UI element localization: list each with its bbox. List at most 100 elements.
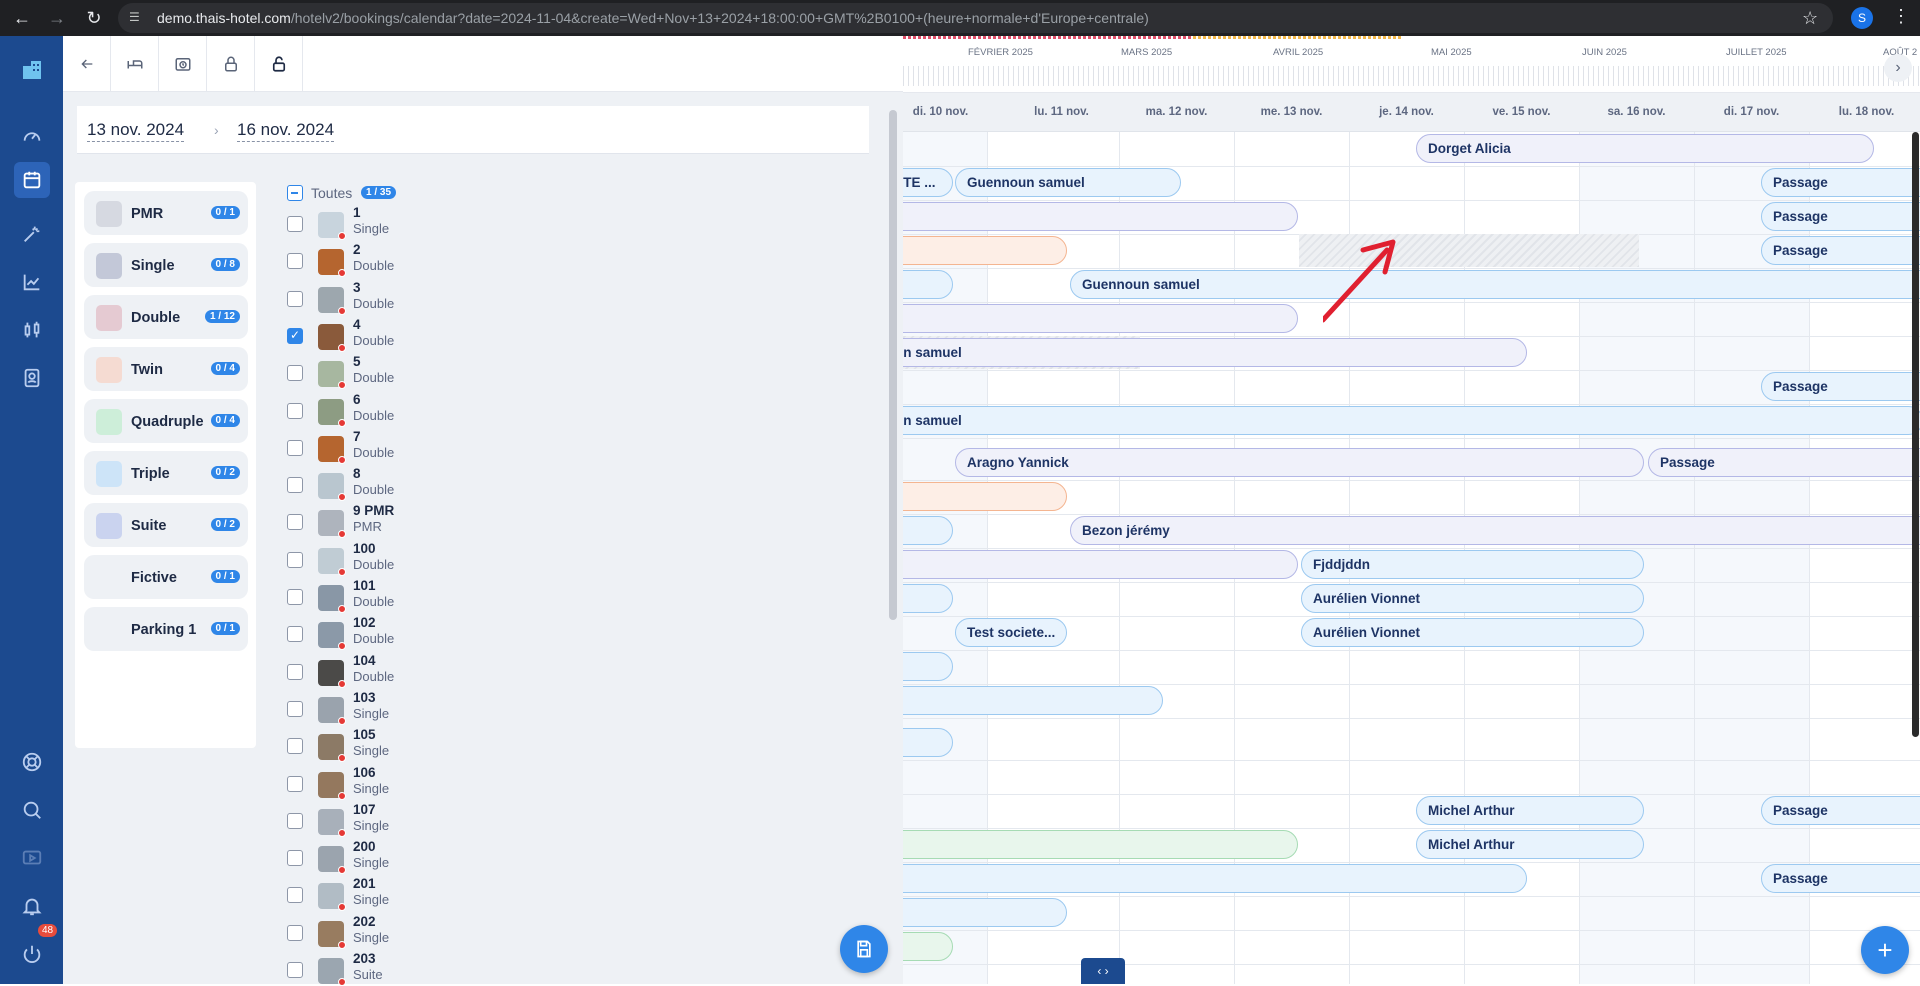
room-type-item[interactable]: Fictive 0 / 1 xyxy=(84,555,248,599)
booking-bar[interactable]: Aragno Yannick xyxy=(955,448,1644,477)
help-lifebuoy-icon[interactable] xyxy=(16,746,48,778)
booking-bar[interactable]: Guennoun samuel xyxy=(955,168,1181,197)
hotel-logo-icon[interactable] xyxy=(16,54,48,86)
booking-bar[interactable]: Passage xyxy=(1761,202,1920,231)
left-scrollbar-thumb[interactable] xyxy=(889,110,897,620)
booking-bar[interactable] xyxy=(903,550,1298,579)
booking-bar[interactable] xyxy=(903,932,953,961)
left-scrollbar[interactable] xyxy=(887,110,899,984)
schedule-button[interactable] xyxy=(159,36,207,92)
room-type-item[interactable]: Twin 0 / 4 xyxy=(84,347,248,391)
booking-bar[interactable]: Michel Arthur xyxy=(1416,830,1644,859)
magic-wand-icon[interactable] xyxy=(16,218,48,250)
room-checkbox[interactable] xyxy=(287,514,303,531)
room-checkbox[interactable] xyxy=(287,812,303,829)
room-checkbox[interactable] xyxy=(287,775,303,792)
add-booking-button[interactable]: + xyxy=(1861,926,1909,974)
room-checkbox[interactable] xyxy=(287,551,303,568)
room-checkbox[interactable] xyxy=(287,700,303,717)
room-checkbox[interactable] xyxy=(287,663,303,680)
room-type-item[interactable]: Quadruple 0 / 4 xyxy=(84,399,248,443)
contact-card-icon[interactable] xyxy=(16,362,48,394)
booking-bar[interactable]: Passage xyxy=(1648,448,1920,477)
booking-bar[interactable]: Passage xyxy=(1761,864,1920,893)
end-date[interactable]: 16 nov. 2024 xyxy=(237,120,335,142)
room-type-item[interactable]: Suite 0 / 2 xyxy=(84,503,248,547)
room-checkbox[interactable] xyxy=(287,962,303,978)
booking-bar[interactable] xyxy=(903,686,1163,715)
timeline-next-button[interactable]: › xyxy=(1884,54,1912,82)
booking-bar[interactable]: Guennoun samuel xyxy=(1070,270,1920,299)
booking-bar[interactable] xyxy=(903,830,1298,859)
power-logout-icon[interactable] xyxy=(16,938,48,970)
booking-bar[interactable]: un samuel xyxy=(903,338,1527,367)
start-date[interactable]: 13 nov. 2024 xyxy=(87,120,185,142)
site-info-icon[interactable]: ☰ xyxy=(129,10,145,26)
booking-bar[interactable] xyxy=(903,898,1067,927)
room-type-item[interactable]: Triple 0 / 2 xyxy=(84,451,248,495)
booking-bar[interactable]: Fjddjddn xyxy=(1301,550,1644,579)
booking-bar[interactable]: un samuel xyxy=(903,406,1920,435)
stats-chart-icon[interactable] xyxy=(16,266,48,298)
booking-bar[interactable]: Test societe... xyxy=(955,618,1067,647)
calendar-scrollbar-thumb[interactable] xyxy=(1912,132,1919,737)
room-checkbox[interactable] xyxy=(287,887,303,904)
calendar-icon[interactable] xyxy=(14,162,50,198)
select-all-checkbox[interactable] xyxy=(287,185,303,201)
lock-button[interactable] xyxy=(207,36,255,92)
room-type-item[interactable]: Double 1 / 12 xyxy=(84,295,248,339)
room-checkbox[interactable] xyxy=(287,439,303,456)
month-timeline[interactable]: FÉVRIER 2025 MARS 2025 AVRIL 2025 MAI 20… xyxy=(903,36,1920,93)
booking-bar[interactable] xyxy=(903,482,1067,511)
search-icon[interactable] xyxy=(16,794,48,826)
room-checkbox[interactable]: ✓ xyxy=(287,327,303,344)
booking-bar[interactable]: Bezon jérémy xyxy=(1070,516,1920,545)
save-button[interactable] xyxy=(840,925,888,973)
browser-menu-icon[interactable]: ⋮ xyxy=(1892,6,1910,27)
back-arrow-icon[interactable]: ← xyxy=(10,6,34,30)
bed-button[interactable] xyxy=(111,36,159,92)
booking-bar[interactable] xyxy=(903,584,953,613)
booking-bar[interactable] xyxy=(903,516,953,545)
booking-bar[interactable]: Passage xyxy=(1761,796,1920,825)
room-type-item[interactable]: Parking 1 0 / 1 xyxy=(84,607,248,651)
room-checkbox[interactable] xyxy=(287,738,303,755)
candlestick-icon[interactable] xyxy=(16,314,48,346)
unlock-button[interactable] xyxy=(255,36,303,92)
booking-bar[interactable]: Passage xyxy=(1761,372,1920,401)
booking-bar[interactable]: Michel Arthur xyxy=(1416,796,1644,825)
room-checkbox[interactable] xyxy=(287,216,303,232)
calendar-scrollbar[interactable] xyxy=(1910,132,1920,984)
room-checkbox[interactable] xyxy=(287,589,303,605)
booking-bar[interactable]: TTE ... xyxy=(903,168,953,197)
room-checkbox[interactable] xyxy=(287,402,303,419)
booking-bar[interactable]: Aurélien Vionnet xyxy=(1301,584,1644,613)
bookmark-star-icon[interactable]: ☆ xyxy=(1802,8,1818,29)
forward-arrow-icon[interactable]: → xyxy=(45,6,69,30)
room-checkbox[interactable] xyxy=(287,290,303,307)
url-text[interactable]: demo.thais-hotel.com/hotelv2/bookings/ca… xyxy=(157,10,1149,26)
profile-avatar[interactable]: S xyxy=(1851,7,1873,29)
booking-bar[interactable] xyxy=(903,202,1298,231)
room-checkbox[interactable] xyxy=(287,477,303,494)
booking-bar[interactable] xyxy=(903,304,1298,333)
room-checkbox[interactable] xyxy=(287,365,303,382)
room-checkbox[interactable] xyxy=(287,253,303,270)
booking-bar[interactable] xyxy=(903,236,1067,265)
horizontal-scroll-arrows[interactable]: ‹ › xyxy=(1081,958,1125,984)
video-icon[interactable] xyxy=(16,842,48,874)
dashboard-gauge-icon[interactable] xyxy=(16,120,48,152)
booking-bar[interactable]: Aurélien Vionnet xyxy=(1301,618,1644,647)
booking-bar[interactable]: Passage xyxy=(1761,236,1920,265)
booking-bar[interactable]: Dorget Alicia xyxy=(1416,134,1874,163)
booking-bar[interactable] xyxy=(903,270,953,299)
notifications-bell-icon[interactable] xyxy=(16,890,48,922)
room-checkbox[interactable] xyxy=(287,850,303,867)
booking-bar[interactable]: Passage xyxy=(1761,168,1920,197)
room-type-item[interactable]: Single 0 / 8 xyxy=(84,243,248,287)
back-button[interactable] xyxy=(63,36,111,92)
room-type-item[interactable]: PMR 0 / 1 xyxy=(84,191,248,235)
reload-icon[interactable]: ↻ xyxy=(82,6,106,30)
room-checkbox[interactable] xyxy=(287,626,303,643)
booking-bar[interactable] xyxy=(903,728,953,757)
